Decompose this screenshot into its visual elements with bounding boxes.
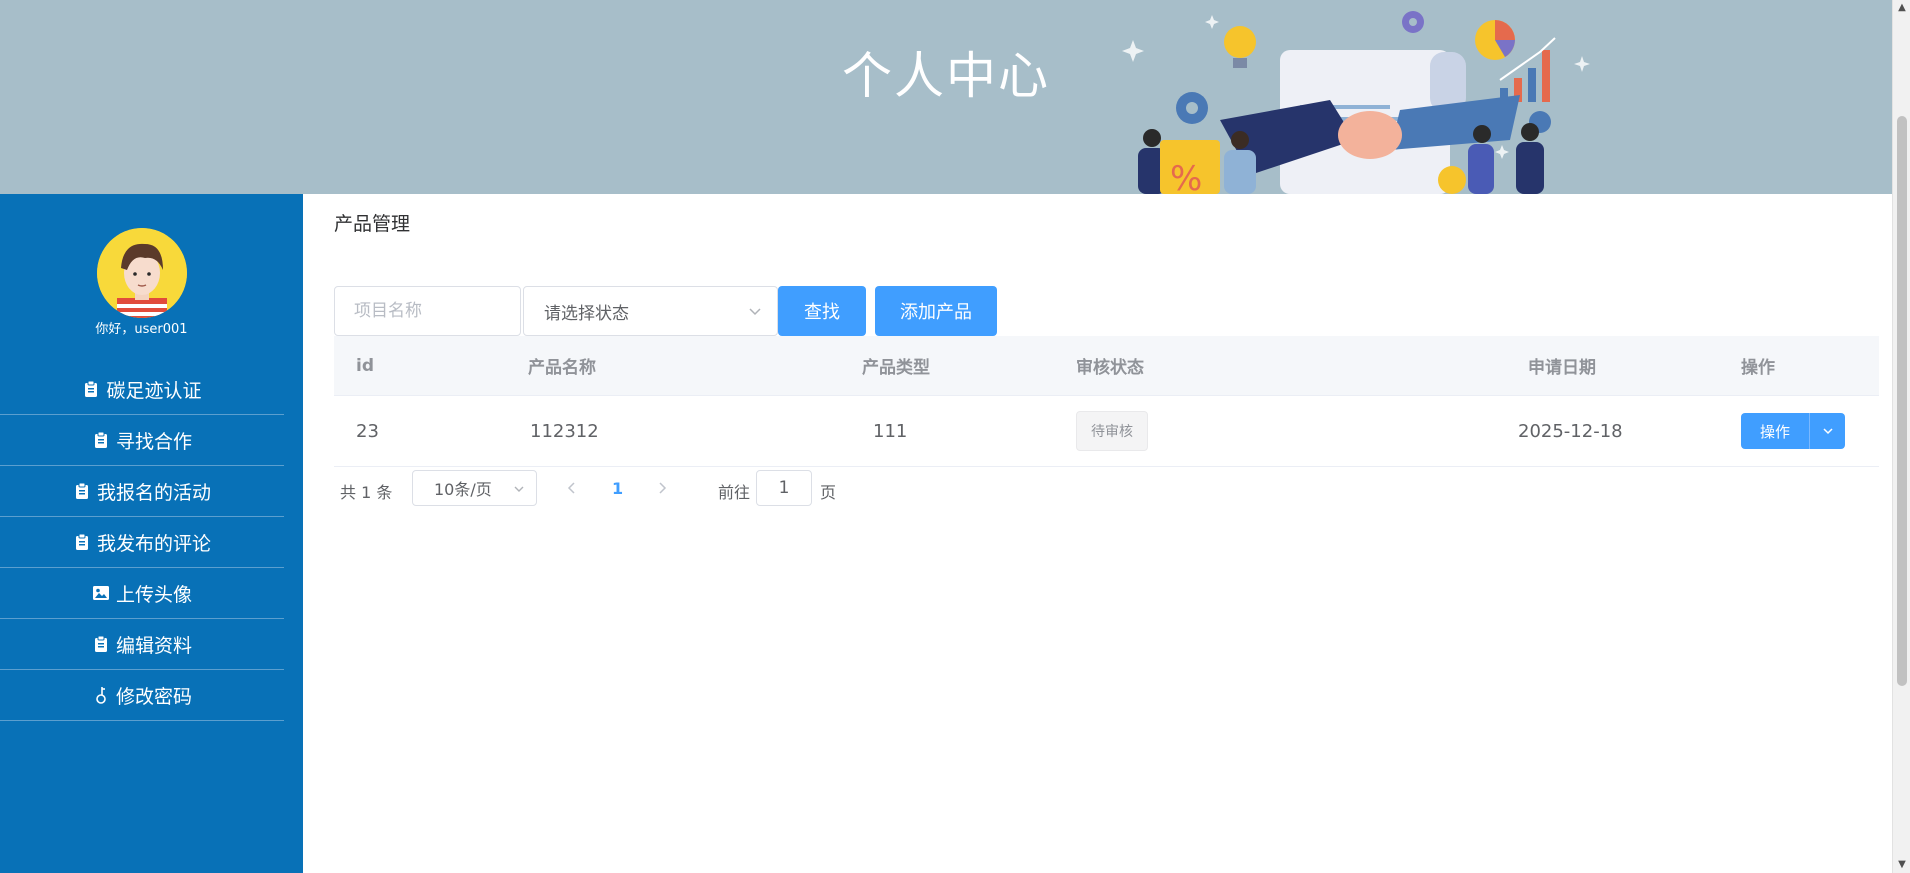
sidebar-item-label: 上传头像 [115,583,192,606]
sidebar: 你好，user001 碳足迹认证 寻找合作 我报名的活动 我发布的评论 上传头像… [0,194,303,873]
header-id: id [356,355,374,376]
sidebar-menu: 碳足迹认证 寻找合作 我报名的活动 我发布的评论 上传头像 编辑资料 修改密码 [0,364,284,721]
goto-label: 前往 [718,483,751,502]
table-row: 23 112312 111 待审核 2025-12-18 操作 [334,396,1879,467]
sidebar-item-label: 我发布的评论 [96,532,211,555]
sidebar-item-my-comments[interactable]: 我发布的评论 [0,517,284,568]
header-product-type: 产品类型 [862,358,930,378]
cell-product-type: 111 [873,420,908,442]
handshake-illustration: % [1122,11,1590,194]
user-greeting: 你好，user001 [95,322,188,337]
status-badge: 待审核 [1076,411,1148,451]
scroll-thumb[interactable] [1897,116,1907,686]
page: 个人中心 % ▲ ▼ 你好，user001 碳足迹认证 寻找合作 我报名的活动 … [0,0,1910,873]
cell-apply-date: 2025-12-18 [1518,420,1623,442]
main-content: 产品管理 请选择状态 查找 添加产品 id 产品名称 产品类型 审核状态 申请日… [303,194,1892,873]
goto-page-input[interactable] [756,470,812,506]
search-button[interactable]: 查找 [778,286,866,336]
key-icon [92,686,110,704]
status-select-value: 请选择状态 [544,303,629,324]
page-size-value: 10条/页 [434,480,492,499]
add-product-button[interactable]: 添加产品 [875,286,997,336]
operation-dropdown-button: 操作 [1741,413,1845,449]
sidebar-item-label: 我报名的活动 [96,481,211,504]
sidebar-item-edit-profile[interactable]: 编辑资料 [0,619,284,670]
prev-page-icon[interactable] [564,480,580,496]
page-title: 产品管理 [334,213,411,235]
chevron-down-icon [514,486,524,492]
sidebar-item-label: 碳足迹认证 [106,379,202,402]
clipboard-icon [92,635,110,653]
sidebar-item-label: 编辑资料 [115,634,192,657]
goto-unit-label: 页 [820,483,837,502]
sidebar-item-my-activities[interactable]: 我报名的活动 [0,466,284,517]
status-select[interactable]: 请选择状态 [523,286,778,336]
vertical-scrollbar[interactable]: ▲ ▼ [1892,0,1910,873]
product-table: id 产品名称 产品类型 审核状态 申请日期 操作 23 112312 111 … [334,336,1879,467]
project-name-input[interactable] [334,286,521,336]
cell-product-name: 112312 [530,420,599,442]
header-banner: 个人中心 % [0,0,1892,194]
sidebar-item-upload-avatar[interactable]: 上传头像 [0,568,284,619]
image-icon [92,584,110,602]
scroll-down-arrow-icon[interactable]: ▼ [1893,857,1910,873]
cell-review-status: 待审核 [1076,411,1148,451]
cell-id: 23 [356,420,379,442]
avatar [97,228,187,318]
sidebar-item-find-cooperation[interactable]: 寻找合作 [0,415,284,466]
current-page-number[interactable]: 1 [612,479,623,498]
chevron-down-icon [749,308,761,316]
pagination: 共 1 条 10条/页 1 前往 页 [334,470,1134,506]
scroll-up-arrow-icon[interactable]: ▲ [1893,0,1910,16]
sidebar-item-carbon-certification[interactable]: 碳足迹认证 [0,364,284,415]
page-size-select[interactable]: 10条/页 [412,470,537,506]
next-page-icon[interactable] [654,480,670,496]
header-operation: 操作 [1741,358,1775,378]
avatar-image [97,228,187,318]
sidebar-item-label: 寻找合作 [115,430,192,453]
clipboard-icon [73,533,91,551]
clipboard-icon [73,482,91,500]
clipboard-icon [82,380,100,398]
chevron-down-icon [1822,428,1833,435]
operation-dropdown-toggle[interactable] [1810,413,1845,449]
header-review-status: 审核状态 [1076,358,1144,378]
clipboard-icon [92,431,110,449]
sidebar-item-change-password[interactable]: 修改密码 [0,670,284,721]
table-header: id 产品名称 产品类型 审核状态 申请日期 操作 [334,336,1879,396]
sidebar-item-label: 修改密码 [115,685,192,708]
cell-operation: 操作 [1741,413,1845,449]
header-apply-date: 申请日期 [1528,358,1596,378]
pagination-total: 共 1 条 [340,483,393,502]
header-product-name: 产品名称 [528,358,596,378]
svg-text:%: % [1170,159,1202,194]
operation-button[interactable]: 操作 [1741,413,1810,449]
